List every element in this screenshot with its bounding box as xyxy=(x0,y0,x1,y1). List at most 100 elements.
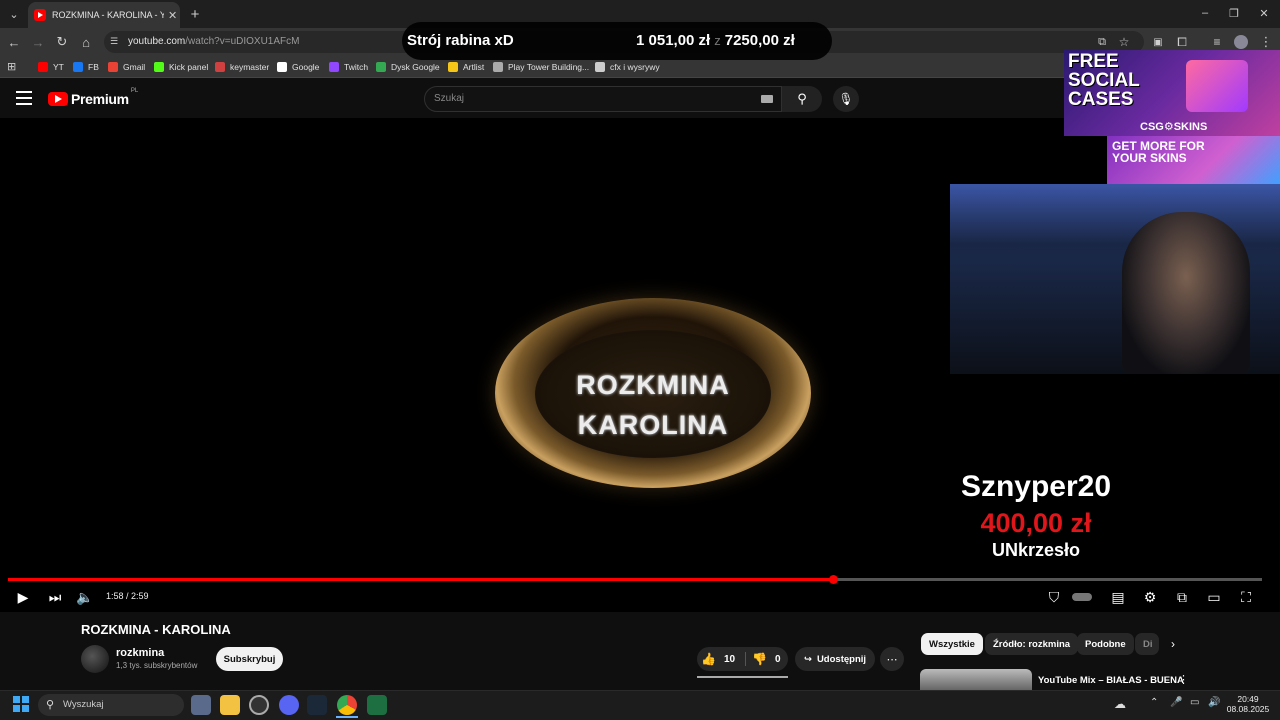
chip-all[interactable]: Wszystkie xyxy=(921,633,983,655)
browser-tab[interactable]: ROZKMINA - KAROLINA - YouTube ✕ xyxy=(28,2,180,28)
play-button[interactable]: ▶ xyxy=(12,586,34,608)
install-app-icon[interactable]: ⧉ xyxy=(1092,32,1112,52)
chrome-icon[interactable] xyxy=(337,695,357,715)
miniplayer-button[interactable]: ⧉ xyxy=(1171,586,1193,608)
speaker-icon[interactable]: 🔊 xyxy=(1208,697,1220,708)
weather-icon[interactable]: ☁ xyxy=(1114,697,1126,711)
taskbar-search-input[interactable] xyxy=(38,694,184,716)
progress-scrubber[interactable] xyxy=(829,575,838,584)
tray-chevron-up-icon[interactable]: ⌃ xyxy=(1150,697,1158,708)
url-host: youtube.com xyxy=(128,36,186,47)
media-queue-icon[interactable]: ≡ xyxy=(1207,32,1227,52)
donation-alert-message: UNkrzesło xyxy=(991,540,1081,560)
extension-icon[interactable]: ▣ xyxy=(1148,32,1168,52)
bookmark-item[interactable]: Gmail xyxy=(108,60,145,74)
dislike-count: 0 xyxy=(774,653,781,665)
bookmark-favicon-icon xyxy=(329,62,339,72)
reload-icon[interactable]: ↻ xyxy=(52,32,72,52)
url-text[interactable]: youtube.com/watch?v=uDIOXU1AFcM xyxy=(128,36,299,47)
close-window-button[interactable]: ✕ xyxy=(1249,4,1279,22)
theater-mode-button[interactable]: ▭ xyxy=(1203,586,1225,608)
share-button[interactable]: ↪ Udostępnij xyxy=(795,647,875,671)
site-info-icon[interactable]: ☰ xyxy=(110,36,118,47)
excel-icon[interactable] xyxy=(367,695,387,715)
fullscreen-button[interactable]: ⛶ xyxy=(1235,586,1257,608)
chevron-right-icon[interactable]: › xyxy=(1164,635,1182,653)
tab-search-chevron-icon[interactable]: ⌄ xyxy=(5,5,23,23)
profile-avatar[interactable] xyxy=(1231,32,1251,52)
back-arrow-icon[interactable]: ← xyxy=(4,32,24,52)
menu-hamburger-icon[interactable] xyxy=(16,91,32,105)
bookmark-label: keymaster xyxy=(230,62,270,72)
channel-avatar[interactable] xyxy=(81,645,109,673)
next-button[interactable]: ⏭ xyxy=(44,586,66,608)
youtube-premium-logo[interactable]: Premium PL xyxy=(48,88,138,107)
shield-extension-button[interactable]: ⛉ xyxy=(1043,586,1065,608)
file-explorer-icon[interactable] xyxy=(220,695,240,715)
subtitles-button[interactable]: ▤ xyxy=(1107,586,1129,608)
chip-source[interactable]: Źródło: rozkmina xyxy=(985,633,1079,655)
more-actions-button[interactable]: ⋯ xyxy=(880,647,904,671)
bookmark-item[interactable]: Artlist xyxy=(448,60,484,74)
bookmark-item[interactable]: Kick panel xyxy=(154,60,208,74)
streamer-figure xyxy=(1122,212,1250,374)
keyboard-icon[interactable] xyxy=(761,95,773,103)
like-button[interactable]: 👍 10 xyxy=(701,647,735,671)
bookmark-label: Google xyxy=(292,62,320,72)
task-view-icon[interactable] xyxy=(191,695,211,715)
bookmark-star-icon[interactable]: ☆ xyxy=(1114,32,1134,52)
volume-icon: 🔈 xyxy=(76,588,94,605)
recommendation-title[interactable]: YouTube Mix – BIAŁAS - BUENA xyxy=(1038,675,1184,686)
new-tab-button[interactable]: + xyxy=(186,5,204,23)
mute-button[interactable]: 🔈 xyxy=(74,586,96,608)
subscriber-count: 1,3 tys. subskrybentów xyxy=(116,661,198,670)
channel-name[interactable]: rozkmina xyxy=(116,647,164,659)
bookmark-item[interactable]: YT xyxy=(38,60,64,74)
bookmark-favicon-icon xyxy=(448,62,458,72)
apps-grid-icon[interactable]: ⊞ xyxy=(7,60,16,73)
subscribe-button[interactable]: Subskrybuj xyxy=(216,647,283,671)
bookmark-item[interactable]: Google xyxy=(277,60,319,74)
more-dots-icon: ⋯ xyxy=(886,653,898,666)
bookmark-item[interactable]: Dysk Google xyxy=(376,60,440,74)
bookmark-item[interactable]: cfx i wysrywy xyxy=(595,60,660,74)
chip-truncated[interactable]: Di xyxy=(1135,633,1159,655)
bookmark-item[interactable]: Twitch xyxy=(329,60,368,74)
mic-tray-icon[interactable]: 🎤 xyxy=(1170,697,1182,708)
app-icon[interactable] xyxy=(249,695,269,715)
home-icon[interactable]: ⌂ xyxy=(76,32,96,52)
autoplay-toggle[interactable] xyxy=(1071,586,1093,608)
instagram-case-image xyxy=(1186,60,1248,112)
bookmark-favicon-icon xyxy=(108,62,118,72)
chip-related[interactable]: Podobne xyxy=(1077,633,1134,655)
url-path: /watch?v=uDIOXU1AFcM xyxy=(185,36,300,47)
dislike-button[interactable]: 👎 0 xyxy=(752,647,781,671)
forward-arrow-icon[interactable]: → xyxy=(28,32,48,52)
subtitles-icon: ▤ xyxy=(1111,588,1125,605)
recommendation-thumbnail[interactable] xyxy=(920,669,1032,690)
windows-start-icon[interactable] xyxy=(13,696,29,712)
voice-search-button[interactable]: 🎙 xyxy=(833,86,859,112)
taskbar-clock[interactable]: 20:49 08.08.2025 xyxy=(1226,694,1270,714)
search-button[interactable]: ⚲ xyxy=(782,86,822,112)
search-input[interactable] xyxy=(424,86,782,112)
bookmark-item[interactable]: Play Tower Building... xyxy=(493,60,589,74)
tab-close-icon[interactable]: ✕ xyxy=(168,9,177,22)
minimize-button[interactable]: – xyxy=(1190,4,1220,22)
miniplayer-icon: ⧉ xyxy=(1177,588,1187,605)
steam-icon[interactable] xyxy=(307,695,327,715)
bookmark-label: Twitch xyxy=(344,62,369,72)
settings-button[interactable]: ⚙ xyxy=(1139,586,1161,608)
browser-menu-icon[interactable]: ⋮ xyxy=(1256,32,1276,52)
restore-button[interactable]: ❐ xyxy=(1219,4,1249,22)
bookmark-item[interactable]: keymaster xyxy=(215,60,269,74)
network-icon[interactable]: ▭ xyxy=(1190,697,1199,708)
taskbar-search-icon: ⚲ xyxy=(46,699,55,711)
bookmark-item[interactable]: FB xyxy=(73,60,99,74)
bookmark-favicon-icon xyxy=(277,62,287,72)
extensions-puzzle-icon[interactable]: ⧠ xyxy=(1172,32,1192,52)
thumbs-up-icon: 👍 xyxy=(701,652,716,666)
recommendation-menu-icon[interactable]: ⋮ xyxy=(1178,673,1189,686)
discord-icon[interactable] xyxy=(279,695,299,715)
bookmark-favicon-icon xyxy=(376,62,386,72)
